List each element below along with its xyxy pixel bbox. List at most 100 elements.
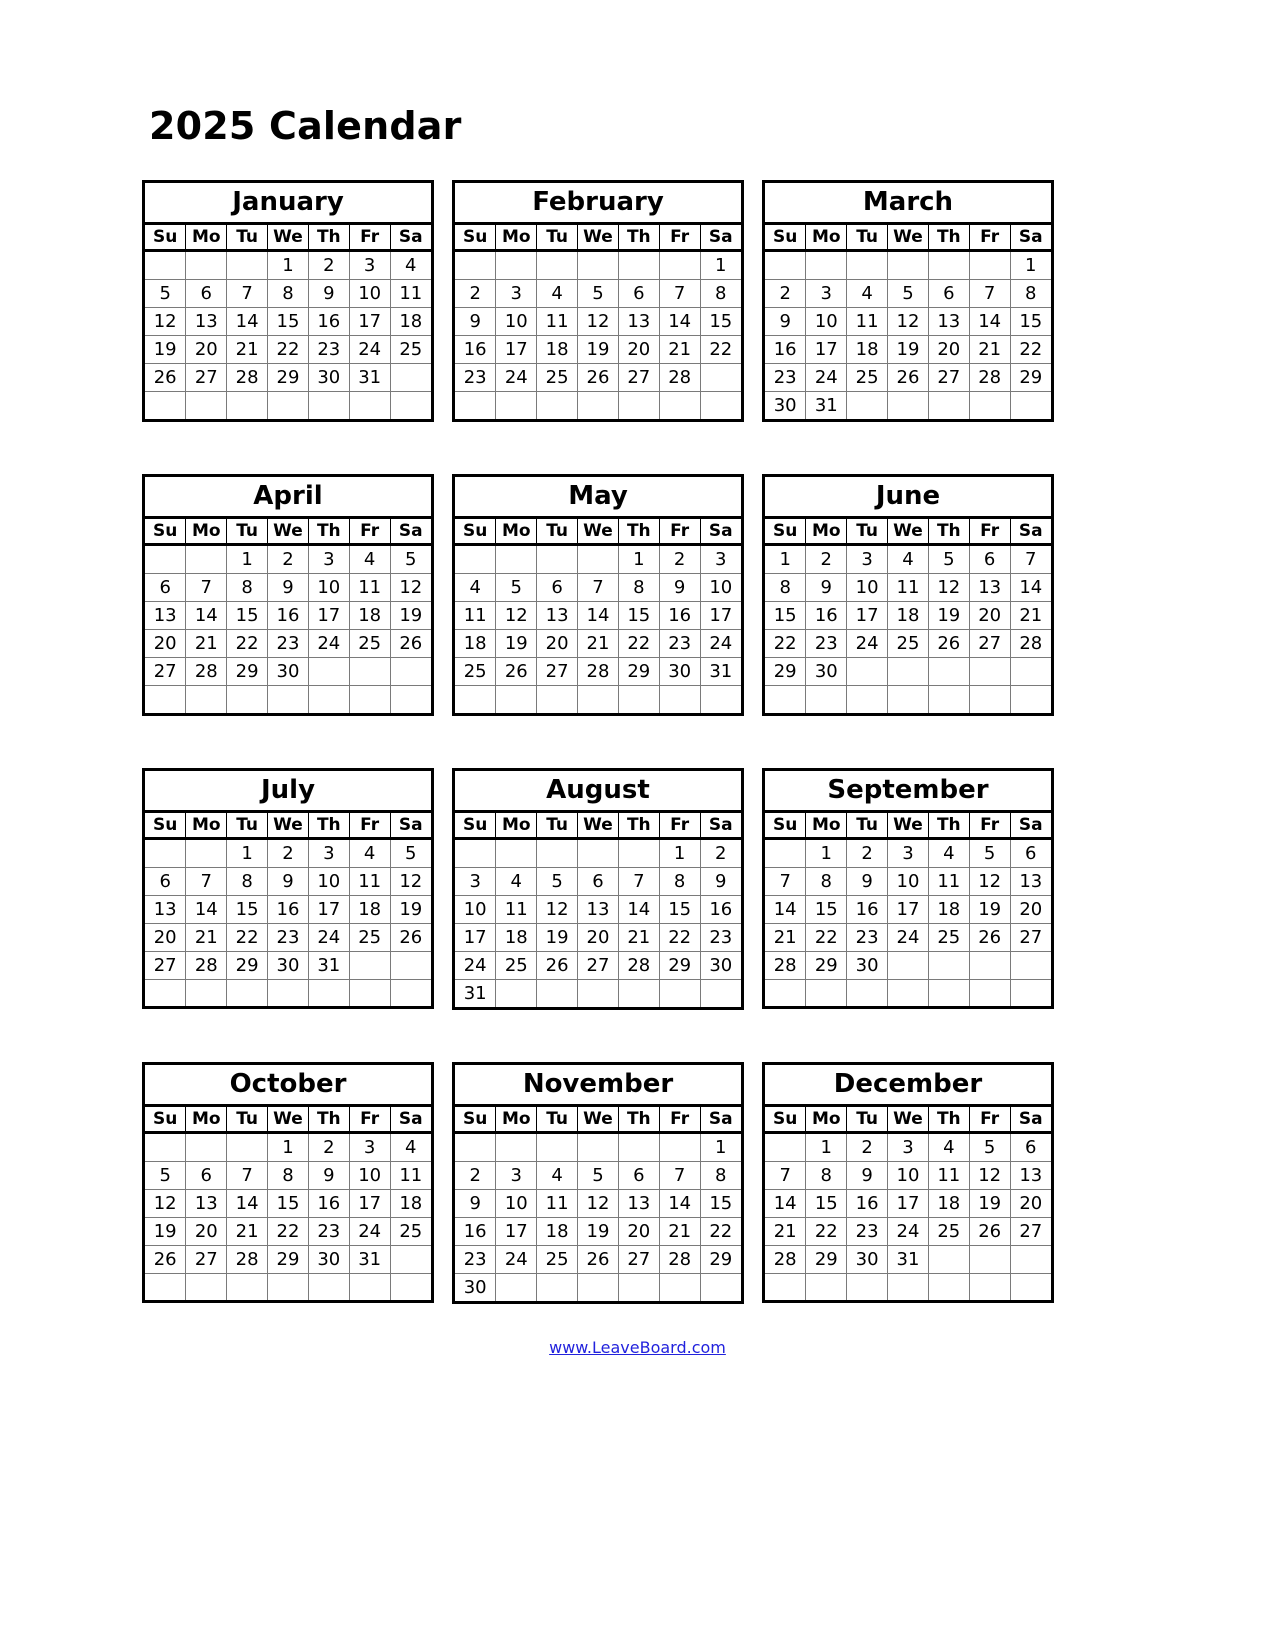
day-cell[interactable]: 10 [308, 867, 350, 896]
day-cell[interactable]: 17 [887, 895, 929, 924]
day-cell[interactable]: 18 [390, 307, 431, 336]
day-cell[interactable]: 1 [267, 250, 309, 280]
day-cell[interactable]: 12 [928, 573, 970, 602]
day-cell[interactable]: 22 [267, 1217, 309, 1246]
day-cell[interactable]: 14 [1010, 573, 1051, 602]
day-cell[interactable]: 8 [267, 1161, 309, 1190]
day-cell[interactable]: 11 [349, 573, 391, 602]
day-cell[interactable]: 26 [145, 363, 187, 392]
day-cell[interactable]: 29 [226, 657, 269, 686]
day-cell[interactable]: 20 [928, 335, 970, 364]
day-cell[interactable]: 2 [308, 1132, 350, 1162]
day-cell[interactable]: 21 [659, 335, 701, 364]
day-cell[interactable]: 20 [185, 1217, 228, 1246]
day-cell[interactable]: 25 [495, 951, 538, 980]
day-cell[interactable]: 15 [267, 307, 309, 336]
day-cell[interactable]: 24 [495, 363, 538, 392]
day-cell[interactable]: 18 [495, 923, 538, 952]
day-cell[interactable]: 21 [618, 923, 660, 952]
day-cell[interactable]: 19 [577, 335, 619, 364]
day-cell[interactable]: 13 [969, 573, 1011, 602]
day-cell[interactable]: 26 [887, 363, 929, 392]
day-cell[interactable]: 26 [928, 629, 970, 658]
day-cell[interactable]: 18 [390, 1189, 431, 1218]
day-cell[interactable]: 19 [390, 601, 431, 630]
day-cell[interactable]: 24 [308, 629, 350, 658]
day-cell[interactable]: 10 [887, 867, 929, 896]
day-cell[interactable]: 27 [145, 951, 187, 980]
day-cell[interactable]: 18 [349, 601, 391, 630]
day-cell[interactable]: 24 [349, 335, 391, 364]
day-cell[interactable]: 12 [577, 1189, 619, 1218]
day-cell[interactable]: 31 [805, 391, 848, 419]
day-cell[interactable]: 21 [226, 1217, 269, 1246]
day-cell[interactable]: 22 [267, 335, 309, 364]
day-cell[interactable]: 15 [226, 601, 269, 630]
day-cell[interactable]: 14 [226, 1189, 269, 1218]
day-cell[interactable]: 14 [659, 1189, 701, 1218]
day-cell[interactable]: 27 [185, 363, 228, 392]
day-cell[interactable]: 21 [226, 335, 269, 364]
day-cell[interactable]: 26 [577, 1245, 619, 1274]
day-cell[interactable]: 21 [1010, 601, 1051, 630]
day-cell[interactable]: 24 [887, 923, 929, 952]
day-cell[interactable]: 28 [185, 951, 228, 980]
day-cell[interactable]: 16 [846, 1189, 889, 1218]
day-cell[interactable]: 22 [659, 923, 701, 952]
day-cell[interactable]: 22 [226, 923, 269, 952]
day-cell[interactable]: 9 [455, 307, 497, 336]
day-cell[interactable]: 2 [765, 279, 807, 308]
day-cell[interactable]: 23 [659, 629, 701, 658]
day-cell[interactable]: 17 [495, 335, 538, 364]
day-cell[interactable]: 23 [805, 629, 848, 658]
day-cell[interactable]: 10 [700, 573, 741, 602]
day-cell[interactable]: 5 [928, 544, 970, 574]
day-cell[interactable]: 11 [928, 1161, 970, 1190]
day-cell[interactable]: 9 [765, 307, 807, 336]
day-cell[interactable]: 14 [226, 307, 269, 336]
day-cell[interactable]: 21 [659, 1217, 701, 1246]
day-cell[interactable]: 13 [577, 895, 619, 924]
day-cell[interactable]: 10 [887, 1161, 929, 1190]
day-cell[interactable]: 1 [618, 544, 660, 574]
day-cell[interactable]: 19 [145, 1217, 187, 1246]
day-cell[interactable]: 27 [1010, 1217, 1051, 1246]
day-cell[interactable]: 9 [267, 573, 309, 602]
day-cell[interactable]: 1 [226, 544, 269, 574]
day-cell[interactable]: 1 [1010, 250, 1051, 280]
day-cell[interactable]: 20 [1010, 895, 1051, 924]
day-cell[interactable]: 19 [145, 335, 187, 364]
day-cell[interactable]: 23 [455, 363, 497, 392]
day-cell[interactable]: 1 [700, 250, 741, 280]
day-cell[interactable]: 13 [145, 895, 187, 924]
day-cell[interactable]: 29 [659, 951, 701, 980]
day-cell[interactable]: 18 [536, 335, 579, 364]
day-cell[interactable]: 17 [349, 307, 391, 336]
day-cell[interactable]: 30 [700, 951, 741, 980]
day-cell[interactable]: 25 [846, 363, 889, 392]
day-cell[interactable]: 7 [226, 279, 269, 308]
day-cell[interactable]: 26 [577, 363, 619, 392]
day-cell[interactable]: 14 [765, 895, 807, 924]
day-cell[interactable]: 7 [185, 867, 228, 896]
day-cell[interactable]: 2 [659, 544, 701, 574]
day-cell[interactable]: 1 [765, 544, 807, 574]
day-cell[interactable]: 27 [577, 951, 619, 980]
day-cell[interactable]: 8 [226, 867, 269, 896]
day-cell[interactable]: 19 [887, 335, 929, 364]
day-cell[interactable]: 23 [267, 629, 309, 658]
day-cell[interactable]: 3 [308, 838, 350, 868]
day-cell[interactable]: 4 [349, 838, 391, 868]
day-cell[interactable]: 25 [455, 657, 497, 686]
day-cell[interactable]: 16 [455, 335, 497, 364]
day-cell[interactable]: 8 [765, 573, 807, 602]
day-cell[interactable]: 27 [145, 657, 187, 686]
day-cell[interactable]: 6 [577, 867, 619, 896]
day-cell[interactable]: 24 [887, 1217, 929, 1246]
day-cell[interactable]: 16 [308, 307, 350, 336]
day-cell[interactable]: 19 [495, 629, 538, 658]
day-cell[interactable]: 13 [145, 601, 187, 630]
day-cell[interactable]: 27 [618, 1245, 660, 1274]
day-cell[interactable]: 12 [495, 601, 538, 630]
day-cell[interactable]: 9 [308, 279, 350, 308]
